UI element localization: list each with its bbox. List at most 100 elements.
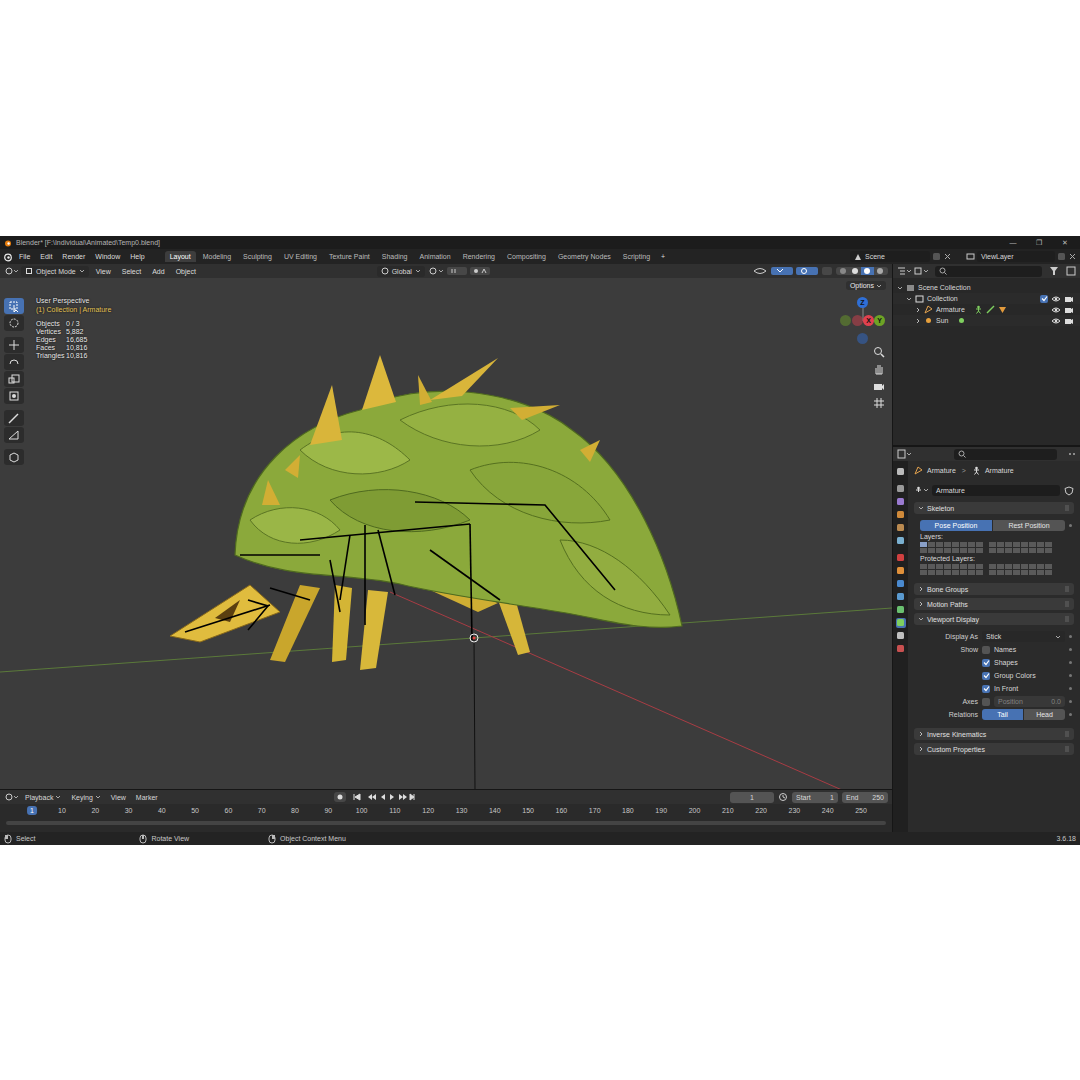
layer-cell[interactable] [944,564,951,569]
property-tab-icon[interactable] [896,484,906,494]
checkbox[interactable] [982,685,990,693]
close-button[interactable]: ✕ [1054,239,1076,247]
outliner-row[interactable]: Armature [893,304,1080,315]
checkbox-label[interactable]: In Front [994,685,1065,692]
view-layer-selector[interactable]: ViewLayer [977,251,1055,262]
snap-icon[interactable] [447,266,467,276]
viewport-menu[interactable]: View [92,267,115,276]
check-icon[interactable] [983,659,990,666]
panel-header[interactable]: Custom Properties [914,743,1074,755]
current-frame[interactable]: 1 [750,794,754,801]
visibility-icon[interactable] [752,266,768,276]
eye-icon[interactable] [1051,306,1061,314]
keyframe-dot[interactable] [1069,524,1072,527]
pivot-icon[interactable] [428,266,444,276]
playhead[interactable]: 1 [27,806,37,815]
layer-cell[interactable] [1005,548,1012,553]
layer-cell[interactable] [1029,542,1036,547]
layer-cell[interactable] [1037,548,1044,553]
scrollbar-thumb[interactable] [6,821,886,825]
scene-selector[interactable]: Scene [850,251,930,262]
negative-axis-dot[interactable] [857,333,868,344]
fake-user-icon[interactable] [1064,486,1074,496]
armature-name[interactable]: Armature [936,487,965,494]
axes-checkbox[interactable] [982,698,990,706]
delete-layer-icon[interactable] [1068,252,1077,261]
panel-title[interactable]: Custom Properties [927,746,985,753]
rotate-icon[interactable] [6,355,22,369]
view-layer-name[interactable]: ViewLayer [981,253,1014,260]
layer-cell[interactable] [997,542,1004,547]
scene-name[interactable]: Scene [865,253,885,260]
outliner-label[interactable]: Scene Collection [918,284,971,291]
eye-icon[interactable] [1051,295,1061,303]
timeline-menu[interactable]: Marker [133,794,161,801]
toggle-button[interactable]: Pose Position [920,520,992,531]
properties-editor-icon[interactable] [897,449,911,459]
object-mode-icon[interactable] [25,267,33,275]
filter-icon[interactable] [1049,266,1063,276]
property-tab-icon[interactable] [896,644,906,654]
checkbox-label[interactable]: Shapes [994,659,1065,666]
property-tab-icon[interactable] [896,592,906,602]
dropdown-icon[interactable] [79,268,85,274]
scene-icon[interactable] [854,253,862,261]
layer-cell[interactable] [976,548,983,553]
layer-cell[interactable] [928,542,935,547]
property-tab-icon[interactable] [896,536,906,546]
disclosure-icon[interactable] [918,505,924,511]
timeline-menu-label[interactable]: Marker [136,794,158,801]
outliner-label[interactable]: Armature [936,306,965,313]
layer-cell[interactable] [968,548,975,553]
layer-cell[interactable] [960,548,967,553]
menu-item[interactable]: Edit [36,252,56,261]
checkbox-label[interactable]: Group Colors [994,672,1065,679]
layer-cell[interactable] [1029,564,1036,569]
layer-cell[interactable] [1045,542,1052,547]
layer-cell[interactable] [1037,570,1044,575]
checkbox[interactable] [982,659,990,667]
property-tab-icon[interactable] [896,497,906,507]
end-frame-field[interactable]: End250 [842,792,888,803]
keyframe-dot[interactable] [1069,700,1072,703]
panel-header[interactable]: Bone Groups [914,583,1074,595]
start-frame-field[interactable]: Start1 [792,792,838,803]
layer-cell[interactable] [997,564,1004,569]
cursor-icon[interactable] [6,316,22,330]
maximize-button[interactable]: ❐ [1028,239,1050,247]
layer-cell[interactable] [952,570,959,575]
negative-axis-dot[interactable] [840,315,851,326]
layer-cell[interactable] [1005,542,1012,547]
search-icon[interactable] [939,267,947,275]
transport-icon[interactable] [350,792,416,802]
pose-icon[interactable] [974,305,983,314]
tool-button[interactable] [4,371,24,387]
mode-label[interactable]: Object Mode [36,268,76,275]
keyframe-dot[interactable] [1069,687,1072,690]
annotate-icon[interactable] [6,411,22,425]
eye-icon[interactable] [1051,317,1061,325]
layer-cell[interactable] [968,570,975,575]
layer-cell[interactable] [1045,570,1052,575]
overlay-toggle-icon[interactable] [796,266,818,276]
layer-cell[interactable] [936,548,943,553]
layer-cell[interactable] [1021,542,1028,547]
panel-title[interactable]: Skeleton [927,505,954,512]
viewport-menu[interactable]: Select [118,267,145,276]
dropdown-icon[interactable] [95,794,101,800]
layer-cell[interactable] [989,570,996,575]
orientation-label[interactable]: Global [392,268,412,275]
panel-header[interactable]: Viewport Display [914,613,1074,625]
measure-icon[interactable] [6,428,22,442]
armature-data-icon[interactable] [986,305,995,314]
layer-cell[interactable] [944,570,951,575]
options-label[interactable]: Options [850,282,874,289]
drag-handle-icon[interactable] [1064,731,1070,737]
layer-cell[interactable] [944,548,951,553]
panel-header[interactable]: Motion Paths [914,598,1074,610]
delete-scene-icon[interactable] [943,252,952,261]
checkbox[interactable] [982,646,990,654]
camera-icon[interactable] [873,380,885,392]
check-icon[interactable] [983,672,990,679]
workspace-tab[interactable]: Sculpting [238,251,277,262]
